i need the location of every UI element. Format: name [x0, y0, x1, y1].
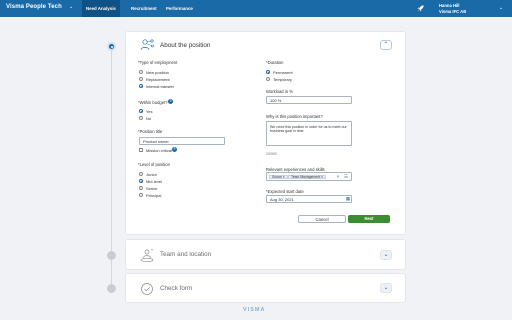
duration-label: *Duration — [266, 60, 284, 65]
why-value: We need this position in order for us to… — [270, 125, 347, 134]
radio-mid-level[interactable] — [139, 179, 143, 183]
about-position-card: About the position ⌃ *Type of employment… — [125, 31, 406, 235]
why-textarea[interactable]: We need this position in order for us to… — [266, 121, 352, 146]
radio-permanent[interactable] — [266, 70, 270, 74]
mission-critical-label: Mission critical — [146, 148, 173, 153]
chevron-down-icon[interactable]: ⌄ — [380, 283, 392, 293]
check-form-card[interactable]: Check form ⌄ — [125, 273, 406, 303]
radio-internal-transfer[interactable] — [139, 84, 143, 88]
type-of-employment-label: *Type of employment — [138, 60, 178, 65]
start-date-value: Aug 30, 2021 — [270, 197, 294, 202]
option-label: Junior — [146, 172, 157, 177]
skills-input[interactable]: Scrum × Team Management × × ☰ — [266, 172, 352, 181]
tab-need-analysis[interactable]: Need Analysis — [82, 0, 120, 17]
start-date-label: *Expected start date — [266, 189, 304, 194]
position-title-value: Product owner — [143, 139, 169, 144]
rocket-icon[interactable] — [416, 4, 425, 13]
chevron-down-icon[interactable]: ⌄ — [380, 250, 392, 260]
option-label: Principal — [146, 193, 162, 198]
level-label: *Level of position — [138, 162, 170, 167]
card-title-check: Check form — [160, 285, 193, 292]
option-label: Mid-level — [146, 179, 163, 184]
workload-label: Workload in % — [266, 89, 293, 94]
clear-icon[interactable]: × — [335, 174, 341, 180]
step-indicator-check — [107, 284, 116, 293]
list-icon[interactable]: ☰ — [343, 174, 349, 180]
workload-value: 100 % — [270, 98, 282, 103]
skill-tag-label: Team Management — [291, 175, 321, 179]
option-label: No — [146, 116, 152, 121]
chevron-down-icon[interactable]: ⌄ — [69, 4, 73, 10]
radio-new-position[interactable] — [139, 70, 143, 74]
card-title-about: About the position — [160, 42, 211, 49]
next-button[interactable]: Next — [348, 215, 390, 223]
step-indicator-active — [107, 42, 116, 51]
mission-critical-checkbox[interactable] — [139, 148, 143, 152]
chevron-up-icon[interactable]: ⌃ — [380, 40, 392, 50]
option-label: Replacement — [146, 77, 170, 82]
option-label: Internal transfer — [146, 84, 175, 89]
team-location-card[interactable]: Team and location ⌄ — [125, 239, 406, 270]
skill-tag[interactable]: Scrum × — [269, 175, 288, 179]
user-company[interactable]: Visma IFC AB — [439, 9, 466, 14]
option-label: Yes — [146, 109, 153, 114]
check-form-icon — [141, 283, 153, 295]
position-title-input[interactable]: Product owner — [139, 137, 225, 145]
skill-tag-label: Scrum — [272, 175, 282, 179]
team-location-icon — [140, 248, 154, 262]
card-title-team: Team and location — [160, 251, 212, 258]
option-label: New position — [146, 70, 169, 75]
option-label: Permanent — [273, 70, 293, 75]
user-name[interactable]: Hanna Hill — [439, 3, 459, 8]
radio-temporary[interactable] — [266, 77, 270, 81]
tab-recruitment[interactable]: Recruitment — [127, 0, 161, 17]
radio-junior[interactable] — [139, 172, 143, 176]
top-navigation-bar: Visma People Tech ⌄ Need Analysis Recrui… — [0, 0, 512, 17]
workload-input[interactable]: 100 % — [266, 96, 352, 104]
brand-name[interactable]: Visma People Tech — [6, 4, 62, 10]
chevron-down-icon[interactable]: ⌄ — [499, 5, 503, 11]
radio-senior[interactable] — [139, 186, 143, 190]
radio-budget-no[interactable] — [139, 116, 143, 120]
help-icon[interactable]: ? — [172, 147, 177, 152]
visma-logo: VISMA — [243, 307, 266, 313]
person-network-icon — [140, 39, 154, 51]
radio-replacement[interactable] — [139, 77, 143, 81]
option-label: Temporary — [273, 77, 292, 82]
why-label: Why is this position important? — [266, 114, 323, 119]
budget-label: *Within budget? — [138, 100, 168, 105]
character-counter: 20/500 — [266, 152, 277, 156]
skill-tag[interactable]: Team Management × — [288, 175, 326, 179]
radio-principal[interactable] — [139, 193, 143, 197]
tab-performance[interactable]: Performance — [162, 0, 197, 17]
step-indicator-team — [107, 251, 116, 260]
option-label: Senior — [146, 186, 158, 191]
cancel-button[interactable]: Cancel — [298, 215, 346, 223]
position-title-label: *Position title — [138, 129, 163, 134]
calendar-icon[interactable]: ▦ — [345, 196, 351, 202]
help-icon[interactable]: ? — [168, 99, 173, 104]
start-date-input[interactable]: Aug 30, 2021 ▦ — [266, 195, 352, 203]
radio-budget-yes[interactable] — [139, 109, 143, 113]
